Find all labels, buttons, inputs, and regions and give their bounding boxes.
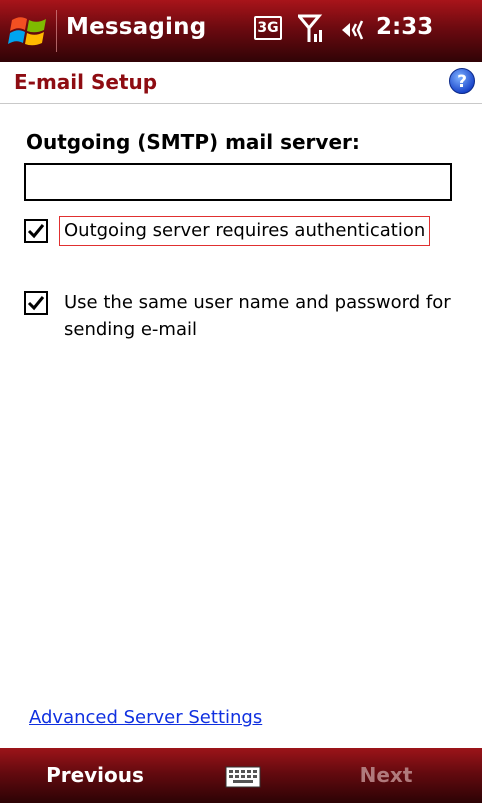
windows-start-icon[interactable] xyxy=(6,10,52,52)
title-bar: Messaging 3G 2:33 xyxy=(0,0,482,62)
checkmark-icon xyxy=(27,296,45,311)
requires-auth-label[interactable]: Outgoing server requires authentication xyxy=(59,216,431,246)
same-credentials-label[interactable]: Use the same user name and password for … xyxy=(64,289,464,343)
same-credentials-checkbox[interactable] xyxy=(24,291,48,315)
page-title: E-mail Setup xyxy=(14,70,158,94)
next-softkey[interactable]: Next xyxy=(290,748,482,803)
smtp-server-input[interactable] xyxy=(24,163,452,201)
checkmark-icon xyxy=(27,224,45,239)
network-badge: 3G xyxy=(254,16,282,40)
svg-text:?: ? xyxy=(457,72,467,92)
previous-softkey[interactable]: Previous xyxy=(0,748,190,803)
advanced-server-settings-link[interactable]: Advanced Server Settings xyxy=(29,707,262,728)
smtp-server-label: Outgoing (SMTP) mail server: xyxy=(26,130,360,154)
requires-auth-checkbox[interactable] xyxy=(24,219,48,243)
title-separator xyxy=(56,10,57,52)
app-title: Messaging xyxy=(66,14,207,40)
keyboard-icon[interactable] xyxy=(225,766,261,788)
volume-icon[interactable] xyxy=(340,16,368,44)
soft-key-bar: Previous Next xyxy=(0,748,482,803)
page-header: E-mail Setup ? xyxy=(0,62,482,104)
help-icon[interactable]: ? xyxy=(448,67,476,95)
clock[interactable]: 2:33 xyxy=(376,14,433,40)
signal-strength-icon[interactable] xyxy=(298,14,324,44)
